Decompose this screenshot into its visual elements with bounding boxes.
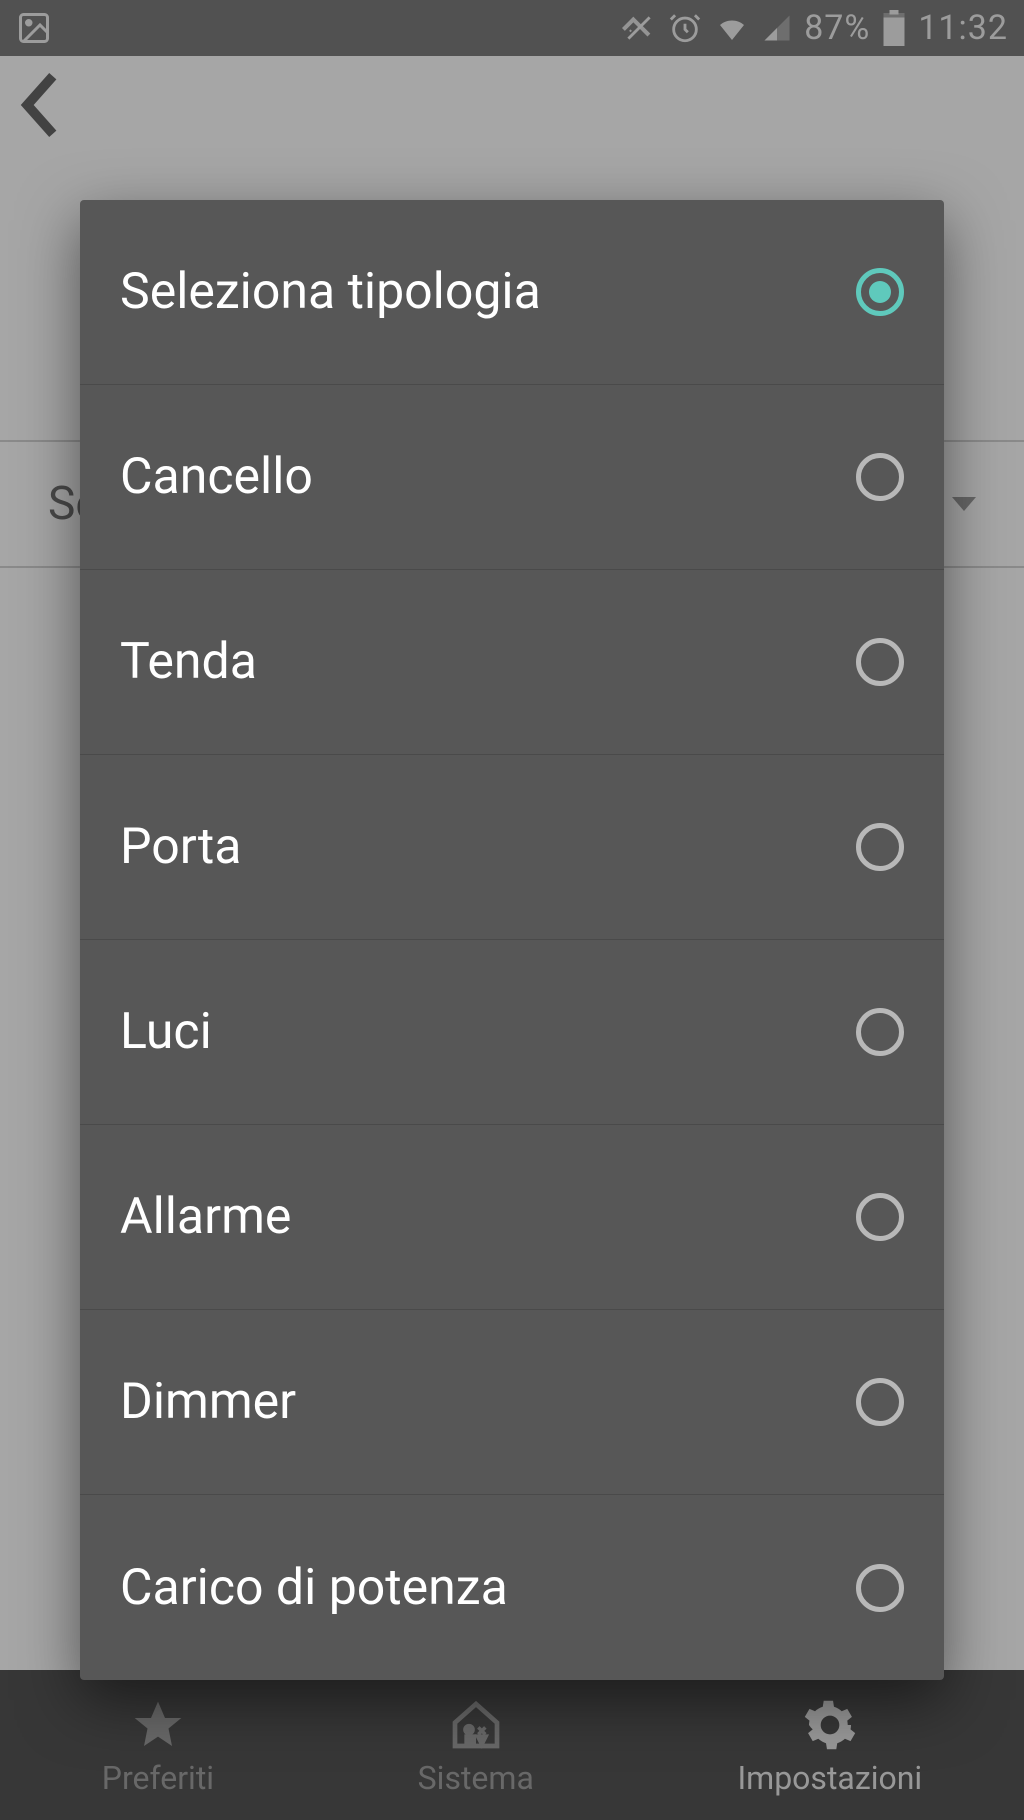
dialog-option-cancello[interactable]: Cancello (80, 385, 944, 570)
dialog-option-label: Seleziona tipologia (120, 263, 541, 321)
dialog-option-label: Luci (120, 1003, 212, 1061)
dialog-option-carico-di-potenza[interactable]: Carico di potenza (80, 1495, 944, 1680)
dialog-option-label: Porta (120, 818, 241, 876)
radio-selected-icon (856, 268, 904, 316)
radio-unselected-icon (856, 1193, 904, 1241)
dialog-option-label: Tenda (120, 633, 257, 691)
dialog-option-label: Allarme (120, 1188, 291, 1246)
dialog-option-allarme[interactable]: Allarme (80, 1125, 944, 1310)
dialog-option-tenda[interactable]: Tenda (80, 570, 944, 755)
dialog-option-label: Cancello (120, 448, 313, 506)
dialog-option-dimmer[interactable]: Dimmer (80, 1310, 944, 1495)
radio-unselected-icon (856, 1008, 904, 1056)
dialog-option-seleziona-tipologia[interactable]: Seleziona tipologia (80, 200, 944, 385)
radio-unselected-icon (856, 1564, 904, 1612)
radio-unselected-icon (856, 453, 904, 501)
select-type-dialog: Seleziona tipologia Cancello Tenda Porta… (80, 200, 944, 1680)
radio-unselected-icon (856, 1378, 904, 1426)
dialog-option-label: Carico di potenza (120, 1559, 508, 1617)
radio-unselected-icon (856, 823, 904, 871)
radio-unselected-icon (856, 638, 904, 686)
dialog-option-label: Dimmer (120, 1373, 296, 1431)
dialog-option-porta[interactable]: Porta (80, 755, 944, 940)
dialog-option-luci[interactable]: Luci (80, 940, 944, 1125)
